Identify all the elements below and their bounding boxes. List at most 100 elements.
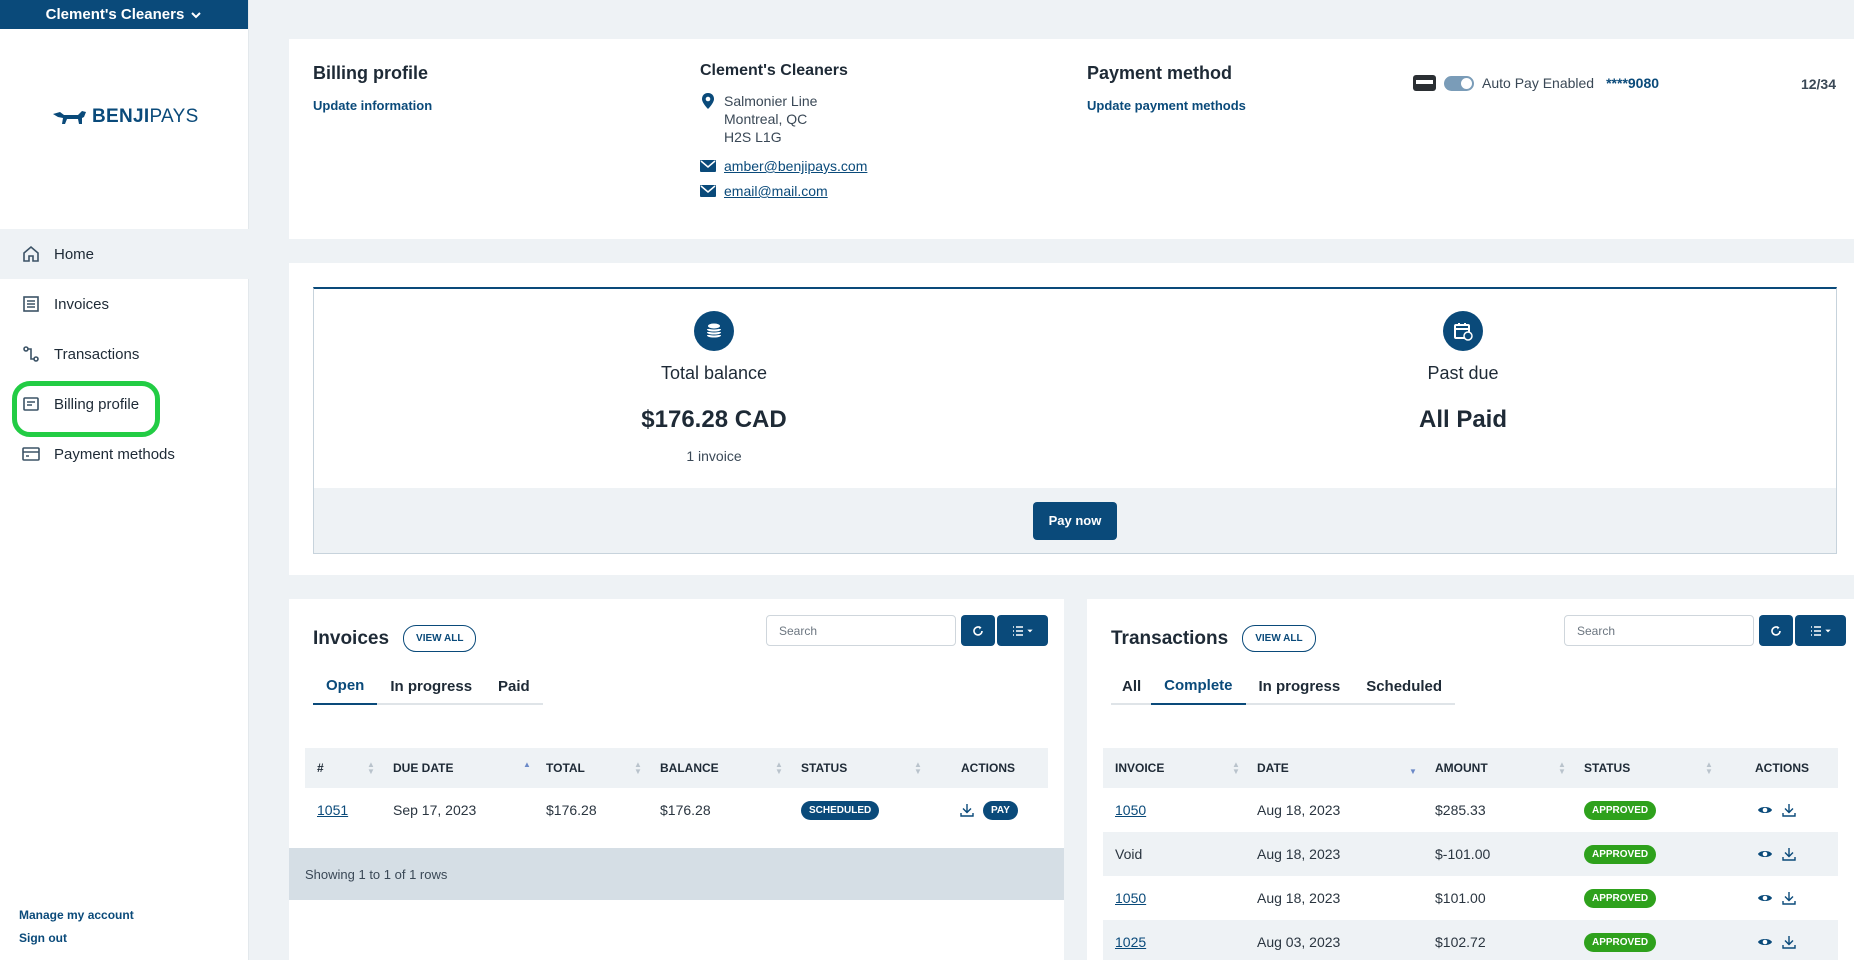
benjipays-logo: BENJI PAYS: [52, 106, 199, 128]
card-expiry: 12/34: [1800, 76, 1836, 92]
transactions-columns-menu[interactable]: [1795, 615, 1846, 646]
status-badge: SCHEDULED: [801, 800, 880, 820]
tab-scheduled[interactable]: Scheduled: [1353, 668, 1455, 705]
manage-account-link[interactable]: Manage my account: [19, 904, 134, 927]
transactions-search-input[interactable]: Search: [1564, 615, 1754, 646]
transactions-panel: Transactions VIEW ALL Search All Complet…: [1087, 599, 1854, 960]
sort-icon[interactable]: ▲ ▼: [775, 761, 783, 776]
past-due-value: All Paid: [1418, 406, 1508, 433]
download-icon[interactable]: [1781, 890, 1797, 906]
tab-complete[interactable]: Complete: [1151, 668, 1246, 705]
balance-summary: Total balance $176.28 CAD 1 invoice Past…: [313, 287, 1837, 554]
sidebar-item-home[interactable]: Home: [0, 229, 249, 279]
update-payment-methods-link[interactable]: Update payment methods: [1087, 98, 1246, 113]
download-icon[interactable]: [959, 802, 975, 818]
status-badge: APPROVED: [1584, 844, 1657, 864]
payment-method-title: Payment method: [1087, 63, 1233, 83]
logo-text-light: PAYS: [149, 106, 199, 127]
update-information-link[interactable]: Update information: [313, 98, 432, 113]
col-invoice[interactable]: INVOICE: [1115, 748, 1164, 788]
address: Salmonier Line Montreal, QC H2S L1G: [700, 92, 867, 146]
total-balance: Total balance $176.28 CAD 1 invoice: [564, 311, 864, 464]
logo-text-bold: BENJI: [92, 106, 150, 127]
sidebar-item-payment-methods[interactable]: Payment methods: [0, 429, 249, 479]
tab-in-progress[interactable]: In progress: [377, 668, 485, 705]
invoices-search-input[interactable]: Search: [766, 615, 956, 646]
col-amount[interactable]: AMOUNT: [1435, 748, 1488, 788]
sort-icon[interactable]: ▲ ▼: [367, 761, 375, 776]
col-total[interactable]: TOTAL: [546, 748, 585, 788]
col-actions: ACTIONS: [1755, 761, 1809, 775]
sort-ascending-icon[interactable]: ▲: [523, 761, 531, 769]
col-status[interactable]: STATUS: [1584, 748, 1630, 788]
transactions-refresh-button[interactable]: [1759, 615, 1793, 646]
autopay-label: Auto Pay Enabled: [1482, 75, 1595, 91]
table-footer: Showing 1 to 1 of 1 rows: [289, 848, 1064, 900]
sort-icon[interactable]: ▲ ▼: [1232, 761, 1240, 776]
sort-icon[interactable]: ▲ ▼: [634, 761, 642, 776]
eye-icon[interactable]: [1757, 802, 1773, 818]
tab-paid[interactable]: Paid: [485, 668, 543, 705]
status-badge: APPROVED: [1584, 888, 1657, 908]
address-line-1: Salmonier Line: [724, 93, 818, 109]
company-switcher[interactable]: Clement's Cleaners: [0, 0, 248, 29]
invoice-link[interactable]: 1025: [1115, 934, 1146, 950]
sort-icon[interactable]: ▲ ▼: [1705, 761, 1713, 776]
invoice-link[interactable]: 1050: [1115, 890, 1146, 906]
tab-in-progress[interactable]: In progress: [1246, 668, 1354, 705]
col-balance[interactable]: BALANCE: [660, 748, 719, 788]
eye-icon[interactable]: [1757, 934, 1773, 950]
amount: $101.00: [1435, 890, 1486, 906]
sort-icon[interactable]: ▲ ▼: [914, 761, 922, 776]
list-icon: [1810, 625, 1821, 636]
payment-method-summary: Auto Pay Enabled ****9080: [1413, 75, 1659, 91]
transactions-title: Transactions: [1111, 627, 1229, 649]
tab-all[interactable]: All: [1111, 668, 1151, 705]
email-row: amber@benjipays.com: [700, 158, 867, 174]
email-link[interactable]: amber@benjipays.com: [724, 158, 867, 174]
invoices-columns-menu[interactable]: [997, 615, 1048, 646]
sidebar-item-label: Billing profile: [54, 395, 140, 413]
download-icon[interactable]: [1781, 846, 1797, 862]
invoice-text: Void: [1115, 846, 1143, 862]
pay-now-button[interactable]: Pay now: [1032, 501, 1118, 540]
email-link[interactable]: email@mail.com: [724, 183, 828, 199]
date: Aug 18, 2023: [1257, 846, 1341, 862]
download-icon[interactable]: [1781, 934, 1797, 950]
sidebar-item-invoices[interactable]: Invoices: [0, 279, 249, 329]
amount: $-101.00: [1435, 846, 1491, 862]
eye-icon[interactable]: [1757, 890, 1773, 906]
sidebar-item-transactions[interactable]: Transactions: [0, 329, 249, 379]
invoices-view-all-button[interactable]: VIEW ALL: [403, 625, 477, 652]
chevron-down-icon: [191, 11, 202, 18]
invoices-panel: Invoices VIEW ALL Search Open In progres…: [289, 599, 1064, 960]
due-date: Sep 17, 2023: [393, 802, 477, 818]
refresh-icon: [973, 625, 983, 636]
eye-icon[interactable]: [1757, 846, 1773, 862]
col-number[interactable]: #: [317, 748, 324, 788]
sidebar-nav: Home Invoices Transactions Billing profi…: [0, 229, 249, 479]
sort-icon[interactable]: ▲ ▼: [1558, 761, 1566, 776]
sign-out-link[interactable]: Sign out: [19, 927, 134, 950]
col-status[interactable]: STATUS: [801, 748, 847, 788]
invoices-refresh-button[interactable]: [961, 615, 995, 646]
table-row: 1050 Aug 18, 2023 $101.00 APPROVED: [1103, 876, 1838, 920]
col-date[interactable]: DATE: [1257, 748, 1289, 788]
tab-open[interactable]: Open: [313, 668, 378, 705]
transactions-view-all-button[interactable]: VIEW ALL: [1242, 625, 1316, 652]
total: $176.28: [546, 802, 597, 818]
download-icon[interactable]: [1781, 802, 1797, 818]
invoices-title: Invoices: [313, 627, 390, 649]
table-row: 1051 Sep 17, 2023 $176.28 $176.28 SCHEDU…: [305, 788, 1048, 832]
transactions-table-header: INVOICE ▲ ▼ DATE ▼ AMOUNT ▲ ▼ STATUS ▲ ▼ AC…: [1103, 748, 1838, 788]
pay-band: Pay now: [314, 488, 1836, 553]
sort-descending-icon[interactable]: ▼: [1409, 768, 1417, 776]
sidebar-item-billing-profile[interactable]: Billing profile: [0, 379, 249, 437]
status-badge: APPROVED: [1584, 932, 1657, 952]
invoice-number-link[interactable]: 1051: [317, 802, 348, 818]
col-due-date[interactable]: DUE DATE: [393, 748, 453, 788]
autopay-toggle[interactable]: [1444, 75, 1474, 91]
amount: $285.33: [1435, 802, 1486, 818]
pay-button[interactable]: PAY: [983, 800, 1018, 820]
invoice-link[interactable]: 1050: [1115, 802, 1146, 818]
